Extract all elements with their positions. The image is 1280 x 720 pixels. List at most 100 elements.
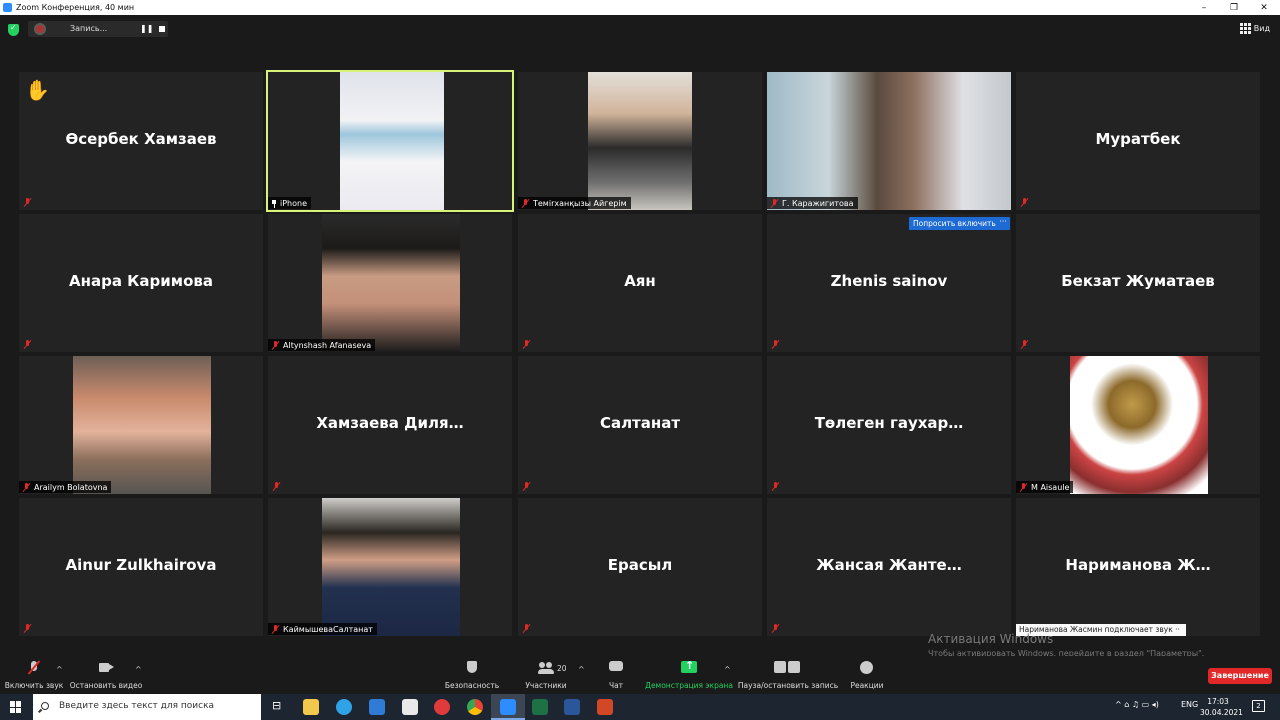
opera-browser-icon[interactable]	[434, 699, 450, 715]
powerpoint-icon[interactable]	[597, 699, 613, 715]
notification-center-icon[interactable]: 2	[1252, 700, 1265, 712]
file-explorer-icon[interactable]	[303, 699, 319, 715]
participant-tile[interactable]: Жансая Жанте…	[767, 498, 1011, 636]
participant-tile[interactable]: Теміrханқызы Айгерім	[518, 72, 762, 210]
close-button[interactable]: ✕	[1249, 0, 1279, 15]
participant-tile[interactable]: Г. Каражигитова	[767, 72, 1011, 210]
muted-mic-icon	[771, 340, 780, 349]
muted-mic-icon	[23, 198, 32, 207]
grid-view-icon	[1239, 23, 1251, 34]
participant-label-text: iPhone	[280, 199, 308, 208]
taskbar-search-box[interactable]: Введите здесь текст для поиска	[33, 694, 261, 720]
chat-button[interactable]: Чат	[604, 656, 628, 694]
share-screen-button[interactable]: Демонстрация экрана	[645, 656, 733, 694]
maximize-button[interactable]: ❐	[1219, 0, 1249, 15]
muted-mic-icon	[522, 482, 531, 491]
muted-mic-icon	[521, 199, 530, 208]
video-options-caret[interactable]: ^	[135, 665, 142, 674]
participant-tile[interactable]: Zhenis sainov	[767, 214, 1011, 352]
participant-label: Теміrханқызы Айгерім	[518, 197, 631, 209]
windows-start-icon[interactable]	[10, 701, 22, 713]
participant-name: Анара Каримова	[69, 272, 213, 290]
excel-icon[interactable]	[532, 699, 548, 715]
participant-tile[interactable]: Анара Каримова	[19, 214, 263, 352]
participant-label: КаймышеваСалтанат	[268, 623, 377, 635]
participant-label-text: Г. Каражигитова	[782, 199, 854, 208]
chrome-browser-icon[interactable]	[467, 699, 483, 715]
muted-mic-icon	[522, 624, 531, 633]
participant-tile[interactable]: КаймышеваСалтанат	[268, 498, 512, 636]
participant-tile-active-speaker[interactable]: iPhone	[266, 70, 514, 212]
participant-tile[interactable]: Altynshash Afanaseva	[268, 214, 512, 352]
word-icon[interactable]	[564, 699, 580, 715]
recording-stop-button[interactable]	[159, 26, 165, 32]
participant-tile[interactable]: M Aisaule	[1016, 356, 1260, 494]
participant-tile[interactable]: Ainur Zulkhairova	[19, 498, 263, 636]
encryption-shield-icon[interactable]	[8, 23, 19, 36]
store-icon[interactable]	[402, 699, 418, 715]
window-titlebar: Zoom Конференция, 40 мин – ❐ ✕	[0, 0, 1280, 15]
muted-mic-icon	[23, 624, 32, 633]
edge-browser-icon[interactable]	[336, 699, 352, 715]
participant-tile[interactable]: Бекзат Жуматаев	[1016, 214, 1260, 352]
mail-icon[interactable]	[369, 699, 385, 715]
participant-label: Altynshash Afanaseva	[268, 339, 376, 351]
share-screen-label: Демонстрация экрана	[645, 681, 733, 690]
stop-video-button[interactable]: Остановить видео	[69, 656, 143, 694]
participant-tile[interactable]: Төлеген гаухар…	[767, 356, 1011, 494]
participant-tile[interactable]: Аян	[518, 214, 762, 352]
participant-tile[interactable]: Ерасыл	[518, 498, 762, 636]
participant-label-text: КаймышеваСалтанат	[283, 625, 373, 634]
reactions-button[interactable]: Реакции	[850, 656, 884, 694]
muted-mic-icon	[1020, 340, 1029, 349]
share-options-caret[interactable]: ^	[724, 665, 731, 674]
pause-stop-label: Пауза/остановить запись	[737, 681, 839, 690]
participants-button[interactable]: Участники	[525, 656, 567, 694]
pause-stop-recording-button[interactable]: Пауза/остановить запись	[737, 656, 839, 694]
unmute-button[interactable]: Включить звук	[5, 656, 63, 694]
participant-name: Аян	[624, 272, 656, 290]
search-icon	[41, 702, 49, 710]
view-button[interactable]: Вид	[1239, 23, 1270, 34]
participant-tile[interactable]: Arailym Bolatovna	[19, 356, 263, 494]
participant-tile[interactable]: Хамзаева Диля…	[268, 356, 512, 494]
stop-video-label: Остановить видео	[69, 681, 143, 690]
muted-mic-icon	[770, 199, 779, 208]
zoom-app-icon	[3, 3, 12, 12]
video-camera-icon	[98, 661, 114, 675]
participants-options-caret[interactable]: ^	[578, 665, 585, 674]
participant-name: Салтанат	[599, 414, 681, 432]
participant-name: Муратбек	[1095, 130, 1181, 148]
reaction-smiley-icon	[859, 661, 875, 675]
participant-name: Өсербек Хамзаев	[65, 130, 217, 148]
pin-icon	[271, 199, 277, 208]
participant-tile[interactable]: Муратбек	[1016, 72, 1260, 210]
security-label: Безопасность	[444, 681, 500, 690]
security-button[interactable]: Безопасность	[444, 656, 500, 694]
participant-label-text: M Aisaule	[1031, 483, 1070, 492]
security-shield-icon	[464, 661, 480, 675]
muted-mic-icon	[271, 341, 280, 350]
participant-label-text: Arailym Bolatovna	[34, 483, 108, 492]
recording-pause-button[interactable]: ❚❚	[140, 24, 153, 33]
ask-to-unmute-button[interactable]: Попросить включить	[909, 217, 1000, 230]
task-view-icon[interactable]: ⊟	[272, 699, 281, 712]
participant-name: Төлеген гаухар…	[814, 414, 964, 432]
system-tray-icons[interactable]: ^ ⌂ ♫ ▭ ◂)	[1115, 700, 1159, 709]
taskbar-clock[interactable]: 17:03 30.04.2021	[1200, 696, 1243, 718]
chat-bubble-icon	[608, 661, 624, 675]
end-meeting-button[interactable]: Завершение	[1208, 668, 1272, 684]
participant-label-text: Altynshash Afanaseva	[283, 341, 372, 350]
recording-indicator: Запись... ❚❚	[28, 21, 168, 37]
participant-tile[interactable]: Салтанат	[518, 356, 762, 494]
participant-label: iPhone	[268, 197, 312, 209]
minimize-button[interactable]: –	[1189, 0, 1219, 15]
participant-label: Arailym Bolatovna	[19, 481, 112, 493]
participant-more-button[interactable]: ···	[996, 217, 1010, 230]
muted-mic-icon	[1020, 198, 1029, 207]
audio-options-caret[interactable]: ^	[56, 665, 63, 674]
participant-tile[interactable]: ✋ Өсербек Хамзаев	[19, 72, 263, 210]
participant-name: Ерасыл	[607, 556, 673, 574]
language-indicator[interactable]: ENG	[1181, 700, 1198, 709]
participant-tile[interactable]: Нариманова Ж…	[1016, 498, 1260, 636]
